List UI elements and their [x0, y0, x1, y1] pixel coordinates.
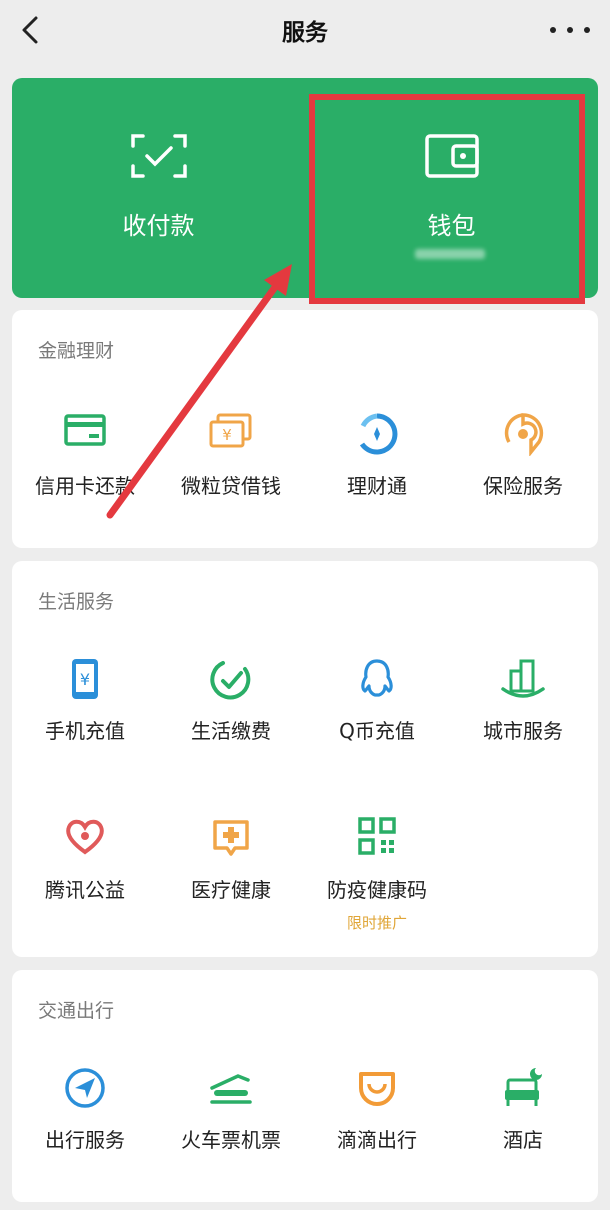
pay-receive-label: 收付款 [122, 212, 195, 240]
medical-icon [209, 816, 253, 864]
hotel-icon [500, 1066, 546, 1114]
wallet-label: 钱包 [427, 212, 476, 240]
promo-tag: 限时推广 [346, 914, 407, 932]
section-title: 金融理财 [38, 340, 115, 362]
svg-text:¥: ¥ [80, 670, 90, 689]
section-title: 交通出行 [38, 1000, 115, 1022]
grid-item-label: Q币充值 [339, 719, 415, 743]
wallet-button[interactable]: 钱包 [305, 78, 598, 298]
hero-panel: 收付款 钱包 [12, 78, 598, 298]
page-title: 服务 [282, 20, 328, 46]
grid-item-label: 城市服务 [483, 719, 563, 743]
grid-item-label: 酒店 [503, 1128, 543, 1152]
grid-item-label: 腾讯公益 [45, 878, 125, 902]
finance-section: 金融理财 信用卡还款 ¥ 微粒贷借钱 理财通 保险服务 [12, 310, 598, 548]
grid-item-label: 理财通 [347, 474, 407, 498]
navigation-icon [63, 1066, 107, 1114]
didi-icon [355, 1066, 399, 1114]
svg-text:¥: ¥ [222, 426, 232, 444]
top-nav-bar: 服务 [0, 0, 610, 60]
wallet-balance-blurred [415, 249, 485, 259]
grid-item-label: 微粒贷借钱 [181, 474, 281, 498]
utility-bill-icon [209, 657, 253, 705]
loan-icon: ¥ [208, 412, 254, 456]
train-icon [208, 1066, 254, 1110]
grid-item-label: 火车票机票 [181, 1128, 281, 1152]
life-services-section: 生活服务 ¥ 手机充值 生活缴费 Q币充值 城市服务 腾讯公益 医疗健康 防疫健… [12, 561, 598, 957]
grid-item-label: 医疗健康 [191, 878, 271, 902]
grid-item-label: 滴滴出行 [337, 1128, 417, 1152]
charity-icon [63, 816, 107, 860]
city-icon [500, 657, 546, 705]
grid-item-label: 保险服务 [483, 474, 563, 498]
insurance-icon [501, 412, 545, 460]
grid-item-label: 出行服务 [45, 1128, 125, 1152]
grid-item-label: 生活缴费 [191, 719, 271, 743]
credit-card-icon [63, 412, 107, 456]
phone-topup-icon: ¥ [67, 657, 103, 705]
qq-coin-icon [357, 657, 397, 705]
qr-health-code-icon [357, 816, 397, 860]
section-title: 生活服务 [38, 591, 115, 613]
grid-item-label: 手机充值 [45, 719, 125, 743]
transport-section: 交通出行 出行服务 火车票机票 滴滴出行 酒店 [12, 970, 598, 1202]
wealth-icon [355, 412, 399, 460]
back-icon[interactable] [18, 12, 48, 48]
pay-receive-button[interactable]: 收付款 [12, 78, 305, 298]
wallet-icon [424, 134, 479, 182]
scan-pay-icon [130, 134, 187, 182]
grid-item-label: 防疫健康码 [327, 878, 427, 902]
more-options-icon[interactable] [550, 16, 590, 44]
grid-item-label: 信用卡还款 [35, 474, 135, 498]
